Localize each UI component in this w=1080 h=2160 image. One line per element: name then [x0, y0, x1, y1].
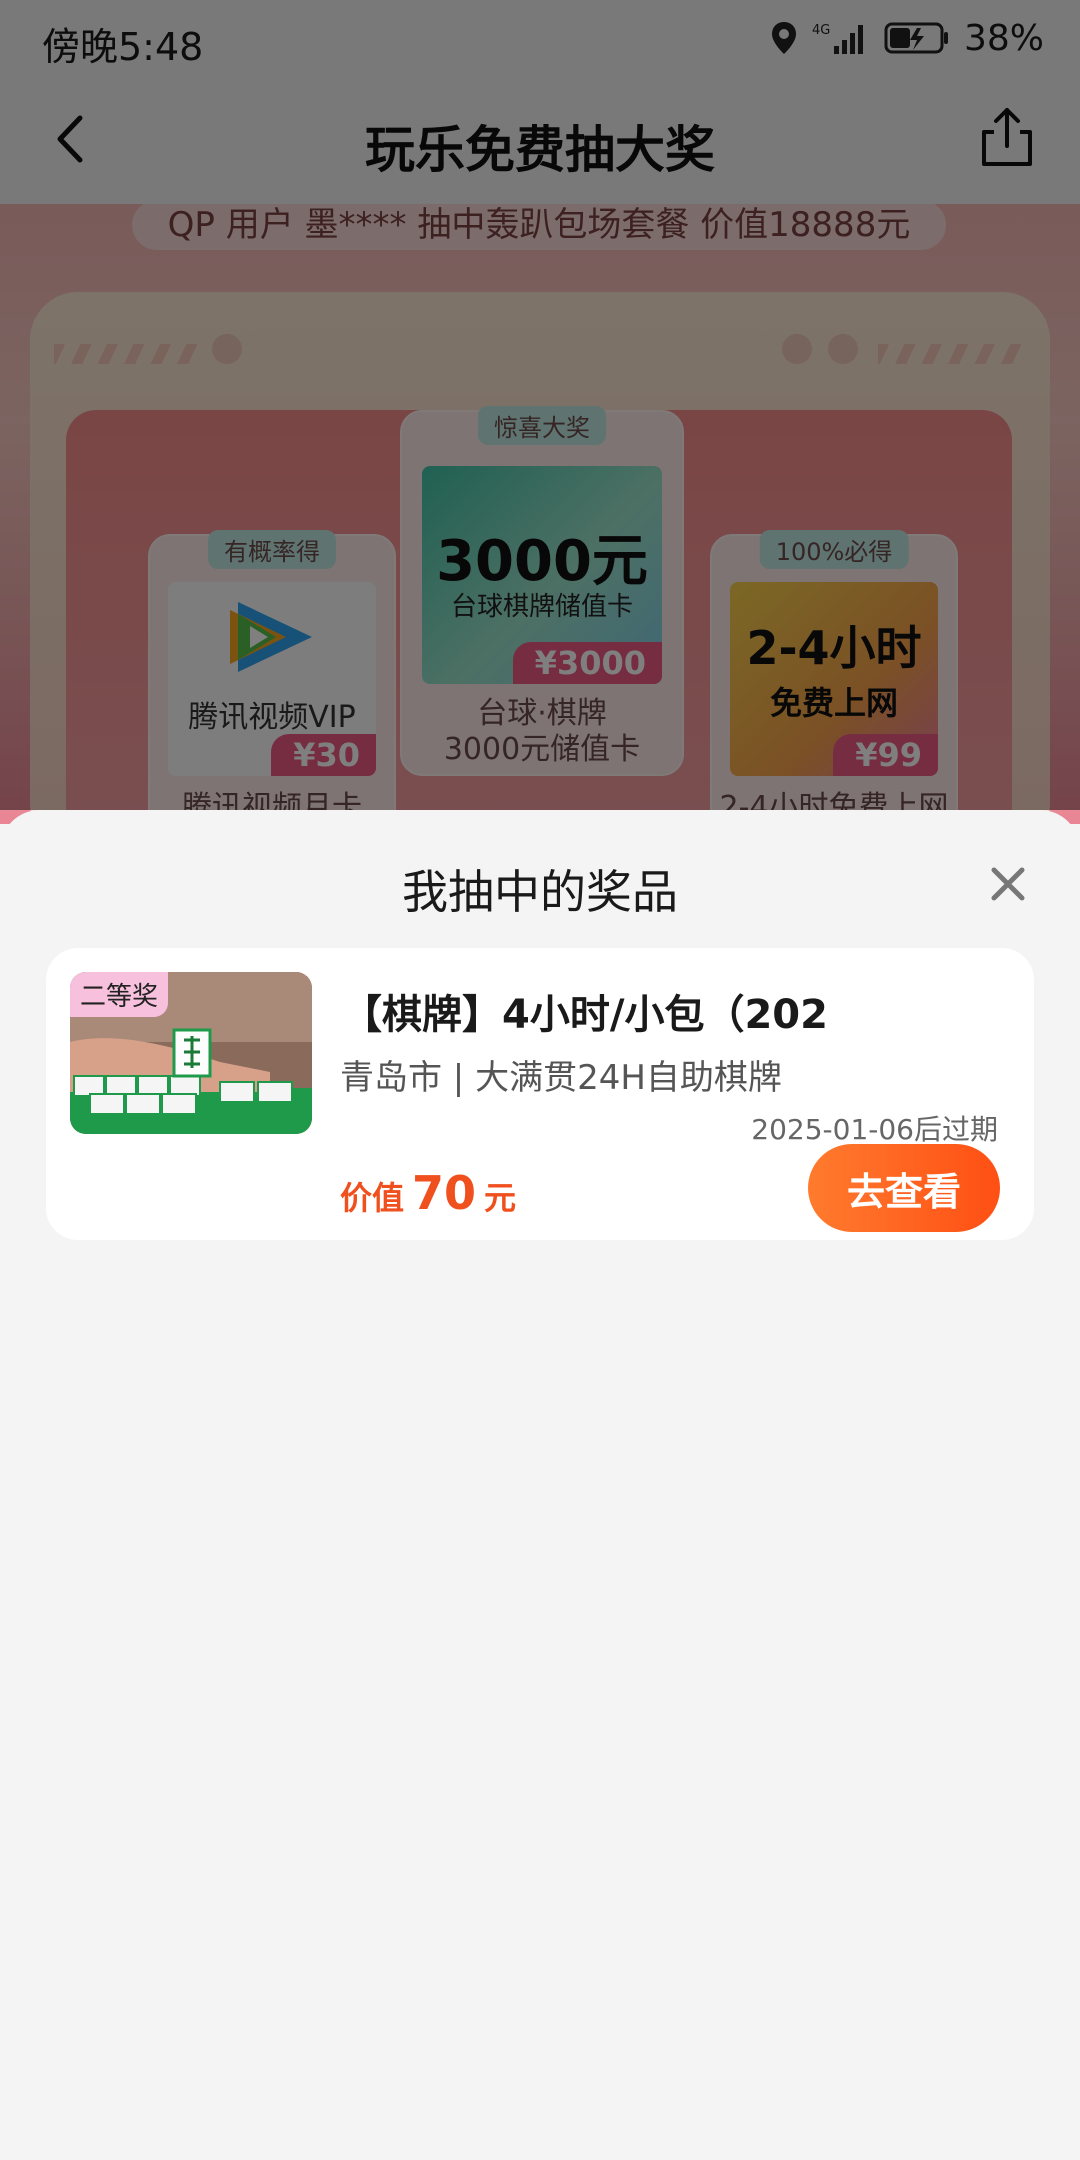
prize-title: 【棋牌】4小时/小包（202: [342, 992, 828, 1038]
prize-expiry: 2025-01-06后过期: [751, 1113, 998, 1146]
prize-sheet: 我抽中的奖品 二等奖 【棋牌】4小时/小包（202 青岛市 | 大满贯24H自助…: [0, 810, 1080, 2160]
prize-item-card[interactable]: 二等奖 【棋牌】4小时/小包（202 青岛市 | 大满贯24H自助棋牌 2025…: [46, 948, 1034, 1240]
page: 傍晚5:48 4G 38%: [0, 0, 1080, 2160]
view-prize-button[interactable]: 去查看: [808, 1144, 1000, 1232]
close-icon[interactable]: [986, 862, 1030, 906]
prize-rank-badge: 二等奖: [70, 972, 169, 1017]
prize-value: 价值 70 元: [340, 1166, 516, 1220]
sheet-title: 我抽中的奖品: [402, 865, 678, 919]
prize-value-label: 价值: [340, 1179, 405, 1217]
prize-location: 青岛市 | 大满贯24H自助棋牌: [340, 1058, 782, 1098]
modal-overlay[interactable]: [0, 0, 1080, 810]
prize-value-amount: 70: [412, 1166, 477, 1220]
prize-thumbnail: 二等奖: [70, 972, 312, 1134]
prize-value-unit: 元: [484, 1179, 517, 1217]
